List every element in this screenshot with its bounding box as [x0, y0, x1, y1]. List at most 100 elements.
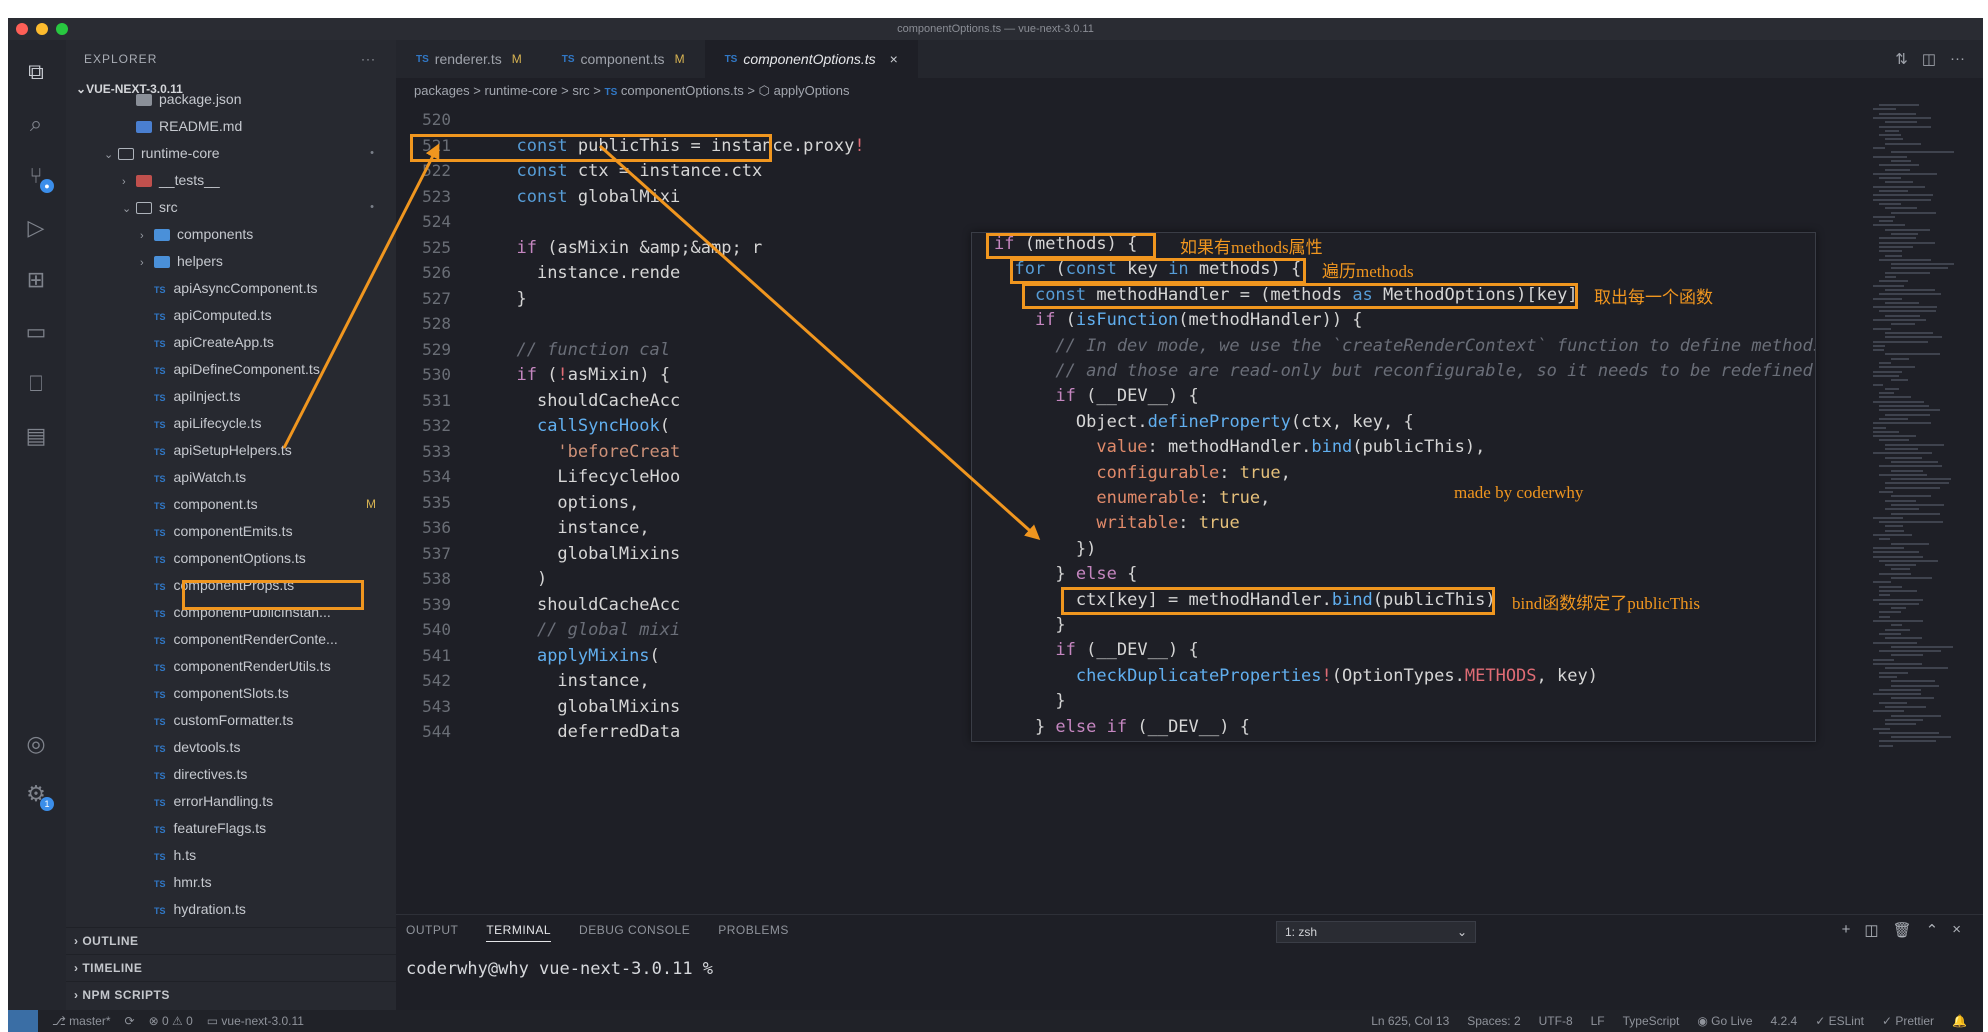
minimap-line — [1885, 138, 1903, 141]
split-editor-icon[interactable]: ◫ — [1922, 50, 1936, 68]
breadcrumb-runtime-core[interactable]: runtime-core — [485, 83, 558, 98]
file-tree-item[interactable]: ⌄ runtime-core • — [66, 140, 396, 167]
breadcrumb-file[interactable]: componentOptions.ts — [621, 83, 744, 98]
line-number: 525 — [422, 237, 451, 257]
section-npm-scripts[interactable]: › NPM SCRIPTS — [66, 981, 396, 1008]
file-tree-item[interactable]: TS componentRenderConte... — [66, 626, 396, 653]
settings-gear-icon[interactable]: ⚙ 1 — [22, 780, 54, 811]
panel-tab-debug-console[interactable]: DEBUG CONSOLE — [579, 923, 690, 942]
explorer-title: EXPLORER — [84, 52, 158, 66]
minimap-line — [1879, 366, 1915, 369]
minimap-line — [1879, 202, 1901, 205]
panel-tab-terminal[interactable]: TERMINAL — [486, 923, 552, 942]
notifications-icon[interactable]: 🔔 — [1952, 1010, 1967, 1032]
split-terminal-icon[interactable]: ◫ — [1864, 921, 1878, 939]
close-window-button[interactable] — [16, 23, 28, 35]
explorer-more-button[interactable]: ··· — [361, 52, 376, 66]
file-tree-item[interactable]: TS h.ts — [66, 842, 396, 869]
minimize-window-button[interactable] — [36, 23, 48, 35]
explorer-icon[interactable]: ⧉ — [22, 58, 50, 86]
minimap-line — [1891, 460, 1938, 463]
breadcrumb-packages[interactable]: packages — [414, 83, 470, 98]
file-tree-item[interactable]: TS apiLifecycle.ts — [66, 410, 396, 437]
minimap-line — [1873, 224, 1905, 227]
file-tree-item[interactable]: TS apiCreateApp.ts — [66, 329, 396, 356]
eslint-status[interactable]: ✓ ESLint — [1815, 1010, 1864, 1032]
line-number: 531 — [422, 390, 451, 410]
breadcrumb-src[interactable]: src — [572, 83, 589, 98]
terminal-prompt[interactable]: coderwhy@why vue-next-3.0.11 % — [406, 959, 713, 979]
file-tree-item[interactable]: › __tests__ — [66, 167, 396, 194]
file-tree-item[interactable]: TS devtools.ts — [66, 734, 396, 761]
indentation-status[interactable]: Spaces: 2 — [1467, 1010, 1520, 1032]
file-tree-item[interactable]: TS componentRenderUtils.ts — [66, 653, 396, 680]
line-number: 539 — [422, 594, 451, 614]
minimap-line — [1873, 727, 1890, 730]
terminal-select[interactable]: 1: zsh ⌄ — [1276, 921, 1476, 943]
source-control-icon[interactable]: ⑂ ● — [22, 162, 54, 193]
go-live-button[interactable]: ◉ Go Live — [1697, 1010, 1752, 1032]
section-outline[interactable]: › OUTLINE — [66, 927, 396, 954]
file-tree-item[interactable]: TS apiComputed.ts — [66, 302, 396, 329]
highlight-if-methods — [986, 233, 1156, 259]
file-tree-item[interactable]: TS componentEmits.ts — [66, 518, 396, 545]
file-tree-item[interactable]: TS apiDefineComponent.ts — [66, 356, 396, 383]
folder-icon[interactable]: ▤ — [22, 422, 50, 450]
file-tree-item[interactable]: TS componentOptions.ts — [66, 545, 396, 572]
file-tree-item-label: directives.ts — [173, 766, 248, 782]
file-tree-item[interactable]: › components — [66, 221, 396, 248]
file-tree-item[interactable]: package.json — [66, 86, 396, 113]
tab-renderer[interactable]: TS renderer.ts M — [396, 40, 542, 78]
sync-icon[interactable]: ⟳ — [125, 1010, 135, 1032]
tab-close-button[interactable]: × — [890, 51, 898, 67]
trash-icon[interactable]: 🗑 — [1893, 921, 1912, 939]
ts-version[interactable]: 4.2.4 — [1771, 1010, 1798, 1032]
panel-tab-problems[interactable]: PROBLEMS — [718, 923, 789, 942]
encoding-status[interactable]: UTF-8 — [1539, 1010, 1573, 1032]
file-tree-item[interactable]: TS errorHandling.ts — [66, 788, 396, 815]
folder-status[interactable]: ▭ vue-next-3.0.11 — [207, 1010, 304, 1032]
tab-component[interactable]: TS component.ts M — [542, 40, 705, 78]
language-mode[interactable]: TypeScript — [1623, 1010, 1680, 1032]
file-tree-item[interactable]: ⌄ src • — [66, 194, 396, 221]
cursor-position[interactable]: Ln 625, Col 13 — [1371, 1010, 1449, 1032]
remote-indicator[interactable] — [8, 1010, 38, 1032]
file-tree-item[interactable]: TS hydration.ts — [66, 896, 396, 923]
problems-status[interactable]: ⊗ 0 ⚠ 0 — [149, 1010, 193, 1032]
panel-tab-output[interactable]: OUTPUT — [406, 923, 458, 942]
file-tree-item[interactable]: TS apiInject.ts — [66, 383, 396, 410]
file-tree-item[interactable]: TS hmr.ts — [66, 869, 396, 896]
account-icon[interactable]: ◎ — [22, 730, 50, 758]
file-tree-item[interactable]: TS apiAsyncComponent.ts — [66, 275, 396, 302]
breadcrumb-symbol[interactable]: applyOptions — [774, 83, 850, 98]
search-icon[interactable]: ⌕ — [22, 110, 50, 138]
tab-componentoptions[interactable]: TS componentOptions.ts × — [704, 40, 918, 78]
file-tree-item[interactable]: TS componentSlots.ts — [66, 680, 396, 707]
file-tree-item[interactable]: TS customFormatter.ts — [66, 707, 396, 734]
file-tree-item[interactable]: TS apiSetupHelpers.ts — [66, 437, 396, 464]
eol-status[interactable]: LF — [1591, 1010, 1605, 1032]
minimap-line — [1885, 413, 1930, 416]
maximize-window-button[interactable] — [56, 23, 68, 35]
prettier-status[interactable]: ✓ Prettier — [1882, 1010, 1934, 1032]
minimap[interactable] — [1873, 104, 1954, 764]
branch-status[interactable]: ⎇ master* — [52, 1010, 111, 1032]
close-panel-icon[interactable]: × — [1952, 921, 1961, 939]
compare-icon[interactable]: ⇅ — [1895, 50, 1908, 68]
file-tree-item[interactable]: TS featureFlags.ts — [66, 815, 396, 842]
more-actions-icon[interactable]: ··· — [1950, 50, 1965, 68]
file-tree-item[interactable]: › helpers — [66, 248, 396, 275]
file-tree-item[interactable]: TS apiWatch.ts — [66, 464, 396, 491]
json-icon — [136, 94, 152, 107]
typescript-icon: TS — [154, 582, 166, 592]
remote-explorer-icon[interactable]: ▭ — [22, 318, 50, 346]
file-tree-item[interactable]: README.md — [66, 113, 396, 140]
section-timeline[interactable]: › TIMELINE — [66, 954, 396, 981]
file-tree-item[interactable]: TS component.ts M — [66, 491, 396, 518]
bookmark-icon[interactable]: ⎕ — [22, 370, 50, 398]
file-tree-item[interactable]: TS directives.ts — [66, 761, 396, 788]
add-terminal-icon[interactable]: + — [1842, 921, 1851, 939]
run-debug-icon[interactable]: ▷ — [22, 214, 50, 242]
extensions-icon[interactable]: ⊞ — [22, 266, 50, 294]
maximize-panel-icon[interactable]: ⌃ — [1926, 921, 1939, 939]
